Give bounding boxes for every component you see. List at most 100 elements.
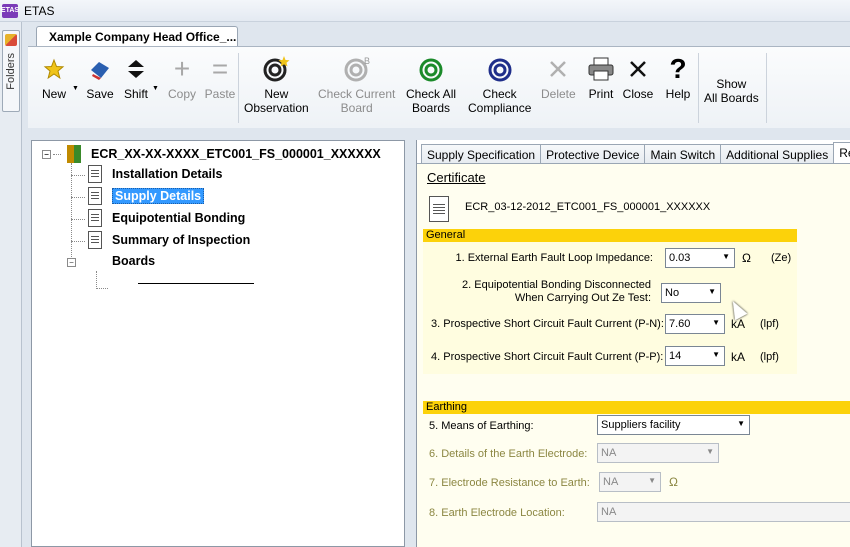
q1-unit: Ω — [742, 251, 751, 265]
show-all-label-1: Show — [716, 77, 747, 91]
tree-item-installation-details[interactable]: Installation Details — [88, 165, 222, 183]
tree-item-equipotential-bonding[interactable]: Equipotential Bonding — [88, 209, 245, 227]
document-icon — [88, 231, 102, 249]
tab-body: Certificate ECR_03-12-2012_ETC001_FS_000… — [417, 163, 850, 547]
earth-electrode-location-field[interactable]: NA — [597, 502, 850, 522]
close-button[interactable]: Close — [622, 53, 654, 101]
tree-connector — [96, 288, 108, 289]
toolbar-separator — [238, 53, 239, 123]
tree-item-boards[interactable]: Boards — [112, 254, 155, 268]
help-label: Help — [665, 87, 691, 101]
delete-button[interactable]: Delete — [541, 53, 576, 101]
q4-unit: kA — [731, 350, 746, 364]
tree-connector — [71, 241, 85, 242]
certificate-document-icon — [429, 196, 449, 222]
q2-label-1: 2. Equipotential Bonding Disconnected — [462, 279, 651, 291]
tab-protective-device[interactable]: Protective Device — [540, 144, 646, 164]
check-compliance-label-2: Compliance — [468, 101, 532, 115]
shift-dropdown-arrow-icon[interactable]: ▼ — [152, 85, 159, 92]
new-observation-label-1: New — [264, 87, 289, 101]
document-tab[interactable]: Xample Company Head Office_... — [36, 26, 238, 46]
earth-electrode-details-combo[interactable]: NA — [597, 443, 719, 463]
print-label: Print — [588, 87, 614, 101]
save-button[interactable]: Save — [84, 53, 116, 101]
q3-suffix: (lpf) — [760, 318, 779, 330]
new-observation-icon — [260, 53, 292, 85]
help-question-icon: ? — [669, 53, 687, 84]
tab-strip: Supply Specification Protective Device M… — [421, 142, 850, 164]
q7-unit: Ω — [669, 475, 678, 489]
help-button[interactable]: ? Help — [662, 53, 694, 102]
tree-item-summary-of-inspection[interactable]: Summary of Inspection — [88, 231, 250, 249]
certificate-link[interactable]: Certificate — [427, 170, 486, 185]
title-bar: ETAS ETAS — [0, 0, 850, 22]
shift-button[interactable]: Shift — [120, 53, 152, 101]
q6-label: 6. Details of the Earth Electrode: — [429, 448, 588, 460]
document-icon — [88, 187, 102, 205]
equals-icon: = — [211, 53, 229, 84]
tree-root-label: ECR_XX-XX-XXXX_ETC001_FS_000001_XXXXXX — [91, 147, 381, 161]
tree-connector — [53, 153, 61, 155]
folders-tab[interactable]: Folders — [2, 30, 20, 112]
tree-item-label: Boards — [112, 254, 156, 268]
save-icon — [84, 53, 116, 85]
document-icon — [88, 209, 102, 227]
earth-fault-loop-impedance-combo[interactable]: 0.03 — [665, 248, 735, 268]
check-current-board-icon: B — [341, 53, 373, 85]
copy-label: Copy — [167, 87, 196, 101]
new-dropdown-arrow-icon[interactable]: ▼ — [72, 85, 79, 92]
q4-suffix: (lpf) — [760, 351, 779, 363]
boards-collapse-icon[interactable]: − — [67, 258, 76, 267]
tree-item-label: Summary of Inspection — [112, 233, 251, 247]
psc-pp-combo[interactable]: 14 — [665, 346, 725, 366]
collapse-icon[interactable]: − — [42, 149, 51, 159]
show-all-boards-button[interactable]: Show All Boards — [704, 77, 759, 105]
q1-suffix: (Ze) — [771, 252, 792, 264]
means-of-earthing-combo[interactable]: Suppliers facility — [597, 415, 750, 435]
tab-results[interactable]: Results — [833, 142, 850, 164]
q7-label: 7. Electrode Resistance to Earth: — [429, 477, 590, 489]
check-all-boards-button[interactable]: Check All Boards — [406, 53, 456, 115]
tree-panel: − ECR_XX-XX-XXXX_ETC001_FS_000001_XXXXXX… — [31, 140, 405, 547]
document-icon — [88, 165, 102, 183]
check-compliance-label-1: Check — [482, 87, 517, 101]
tab-main-switch[interactable]: Main Switch — [644, 144, 722, 164]
q3-unit: kA — [731, 317, 746, 331]
svg-text:B: B — [364, 56, 370, 66]
copy-button[interactable]: + Copy — [166, 53, 198, 102]
shift-icon — [120, 53, 152, 85]
folders-label: Folders — [5, 53, 17, 90]
new-button[interactable]: New — [38, 53, 70, 101]
app-logo-icon: ETAS — [1, 3, 19, 18]
tree-root[interactable]: − ECR_XX-XX-XXXX_ETC001_FS_000001_XXXXXX — [42, 145, 381, 163]
certificate-icon — [67, 145, 81, 163]
paste-button[interactable]: = Paste — [204, 53, 236, 102]
earthing-heading: Earthing — [423, 401, 850, 414]
new-observation-button[interactable]: New Observation — [244, 53, 309, 115]
check-compliance-icon — [484, 53, 516, 85]
electrode-resistance-combo[interactable]: NA — [599, 472, 661, 492]
q1-label: 1. External Earth Fault Loop Impedance: — [455, 252, 653, 264]
tree-connector — [96, 271, 97, 289]
check-current-label-2: Board — [340, 101, 373, 115]
check-compliance-button[interactable]: Check Compliance — [468, 53, 531, 115]
tree-connector — [71, 163, 72, 263]
close-label: Close — [622, 87, 654, 101]
check-current-board-button[interactable]: B Check Current Board — [318, 53, 395, 115]
psc-pn-combo[interactable]: 7.60 — [665, 314, 725, 334]
folders-strip: Folders — [0, 22, 22, 547]
tree-item-supply-details[interactable]: Supply Details — [88, 187, 205, 205]
check-all-boards-icon — [415, 53, 447, 85]
tree-connector — [71, 197, 85, 198]
app-title: ETAS — [24, 3, 55, 18]
tree-item-label: Equipotential Bonding — [112, 211, 246, 225]
plus-icon: + — [173, 53, 191, 84]
tab-additional-supplies[interactable]: Additional Supplies — [720, 144, 835, 164]
print-button[interactable]: Print — [585, 53, 617, 101]
bonding-disconnected-combo[interactable]: No — [661, 283, 721, 303]
q4-label: 4. Prospective Short Circuit Fault Curre… — [431, 351, 664, 363]
toolbar-separator — [698, 53, 699, 123]
tab-supply-specification[interactable]: Supply Specification — [421, 144, 542, 164]
q5-label: 5. Means of Earthing: — [429, 420, 534, 432]
folders-icon — [5, 34, 17, 46]
